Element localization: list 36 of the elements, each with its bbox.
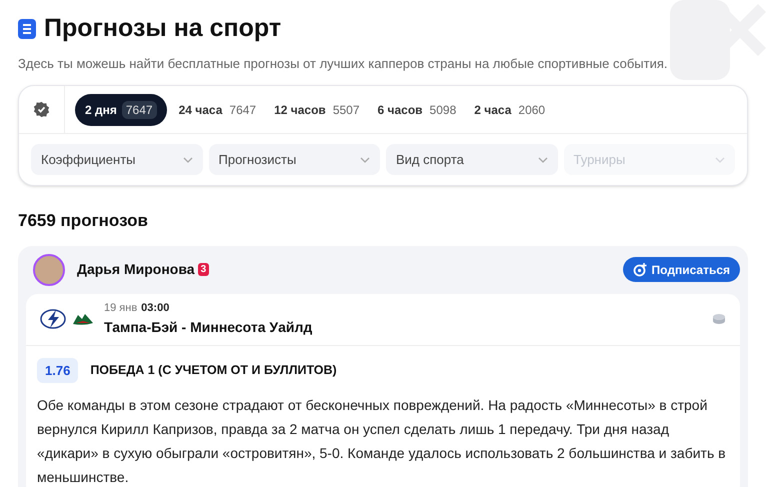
- period-count: 5098: [428, 102, 458, 118]
- chevron-down-icon: [360, 156, 370, 162]
- avatar: [33, 254, 65, 286]
- page-subtitle: Здесь ты можешь найти бесплатные прогнозы от лучших капперов страны на любые спортивные события.: [18, 54, 668, 73]
- bet-type: ПОБЕДА 1 (С УЧЕТОМ ОТ И БУЛЛИТОВ): [90, 362, 337, 379]
- author-name[interactable]: Дарья Миронова: [77, 259, 195, 280]
- page-title: Прогнозы на спорт: [44, 13, 282, 44]
- lightning-logo-icon: [40, 308, 66, 330]
- filter-dropdown[interactable]: Коэффициенты: [31, 144, 202, 175]
- period-count: 7647: [228, 102, 258, 118]
- period-count: 2060: [517, 102, 546, 118]
- period-count: 5507: [332, 102, 361, 118]
- odds-value: 1.76: [37, 358, 78, 383]
- filter-dropdown[interactable]: Прогнозисты: [208, 144, 380, 175]
- period-tab[interactable]: 24 часа 7647: [174, 94, 262, 126]
- add-user-icon: [632, 262, 647, 276]
- chevron-down-icon: [182, 156, 192, 162]
- period-tab[interactable]: 6 часов 5098: [374, 94, 462, 126]
- subscribe-button[interactable]: Подписаться: [622, 257, 740, 282]
- match-title[interactable]: Тампа-Бэй - Миннесота Уайлд: [104, 316, 312, 338]
- animal-logo-icon: [72, 312, 94, 326]
- verified-badge-icon: [33, 101, 50, 118]
- period-tab[interactable]: 2 часа 2060: [470, 94, 552, 126]
- list-icon: [18, 18, 36, 39]
- filter-dropdown[interactable]: Вид спорта: [386, 144, 558, 175]
- match-date: 19 янв: [104, 301, 138, 316]
- period-tab[interactable]: 2 дня 7647: [75, 94, 167, 126]
- rank-badge: 3: [198, 263, 210, 276]
- chevron-down-icon: [715, 156, 725, 162]
- period-count: 7647: [122, 100, 157, 118]
- forecast-text: Обе команды в этом сезоне страдают от бесконечных повреждений. На радость «Миннесоты» в строй вернулся Кирилл Капризов, правда за 2 матча он успел сделать лишь 1 передачу. Три дня назад «дикари» в сухую обыграли «островитян», 5-0. Команде удалось использовать 2 большинства и забить в меньшинстве.: [37, 396, 727, 487]
- forecast-count: 7659 прогнозов: [18, 210, 149, 232]
- period-tab[interactable]: 12 часов 5507: [270, 94, 366, 126]
- chevron-down-icon: [538, 156, 548, 162]
- hockey-puck-icon: [712, 313, 726, 325]
- match-time: 03:00: [141, 301, 170, 316]
